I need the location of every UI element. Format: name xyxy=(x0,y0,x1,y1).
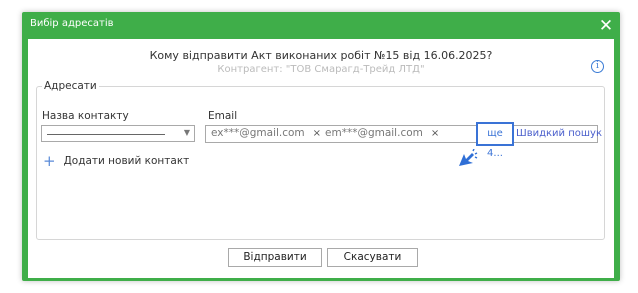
dialog-title: Вибір адресатів xyxy=(30,18,114,29)
email-chip-address: ex***@gmail.com xyxy=(211,127,305,139)
dialog-body: Кому відправити Акт виконаних робіт №15 … xyxy=(28,39,614,278)
remove-email-icon[interactable]: × xyxy=(431,128,439,139)
cancel-button[interactable]: Скасувати xyxy=(327,248,418,267)
close-icon[interactable]: ✕ xyxy=(596,15,616,37)
remove-email-icon[interactable]: × xyxy=(313,128,321,139)
dialog-titlebar: Вибір адресатів ✕ xyxy=(22,12,620,40)
dialog-question: Кому відправити Акт виконаних робіт №15 … xyxy=(149,49,493,62)
plus-icon: + xyxy=(43,152,56,170)
pointer-cursor-icon xyxy=(459,149,478,166)
counterparty-text: Контрагент: "ТОВ Смарагд-Трейд ЛТД" xyxy=(217,64,425,75)
show-more-emails-button[interactable]: ще 4... xyxy=(476,122,514,159)
email-chip-address: em***@gmail.com xyxy=(325,127,423,139)
chevron-down-icon: ▼ xyxy=(183,128,190,137)
contact-name-select[interactable]: ▼ xyxy=(41,125,195,142)
recipients-dialog: Вибір адресатів ✕ Кому відправити Акт ви… xyxy=(22,12,620,281)
recipients-legend: Адресати xyxy=(42,80,99,92)
email-chip: ex***@gmail.com × xyxy=(211,127,321,139)
empty-value-dash xyxy=(47,134,165,135)
quick-search-link[interactable]: Швидкий пошук xyxy=(516,128,602,139)
info-icon[interactable]: i xyxy=(591,60,604,73)
add-contact-button[interactable]: + Додати новий контакт xyxy=(43,152,189,170)
send-button[interactable]: Відправити xyxy=(228,248,322,267)
email-chip: em***@gmail.com × xyxy=(325,127,439,139)
contact-name-label: Назва контакту xyxy=(42,110,129,122)
email-label: Email xyxy=(208,110,238,122)
add-contact-label: Додати новий контакт xyxy=(63,155,190,167)
